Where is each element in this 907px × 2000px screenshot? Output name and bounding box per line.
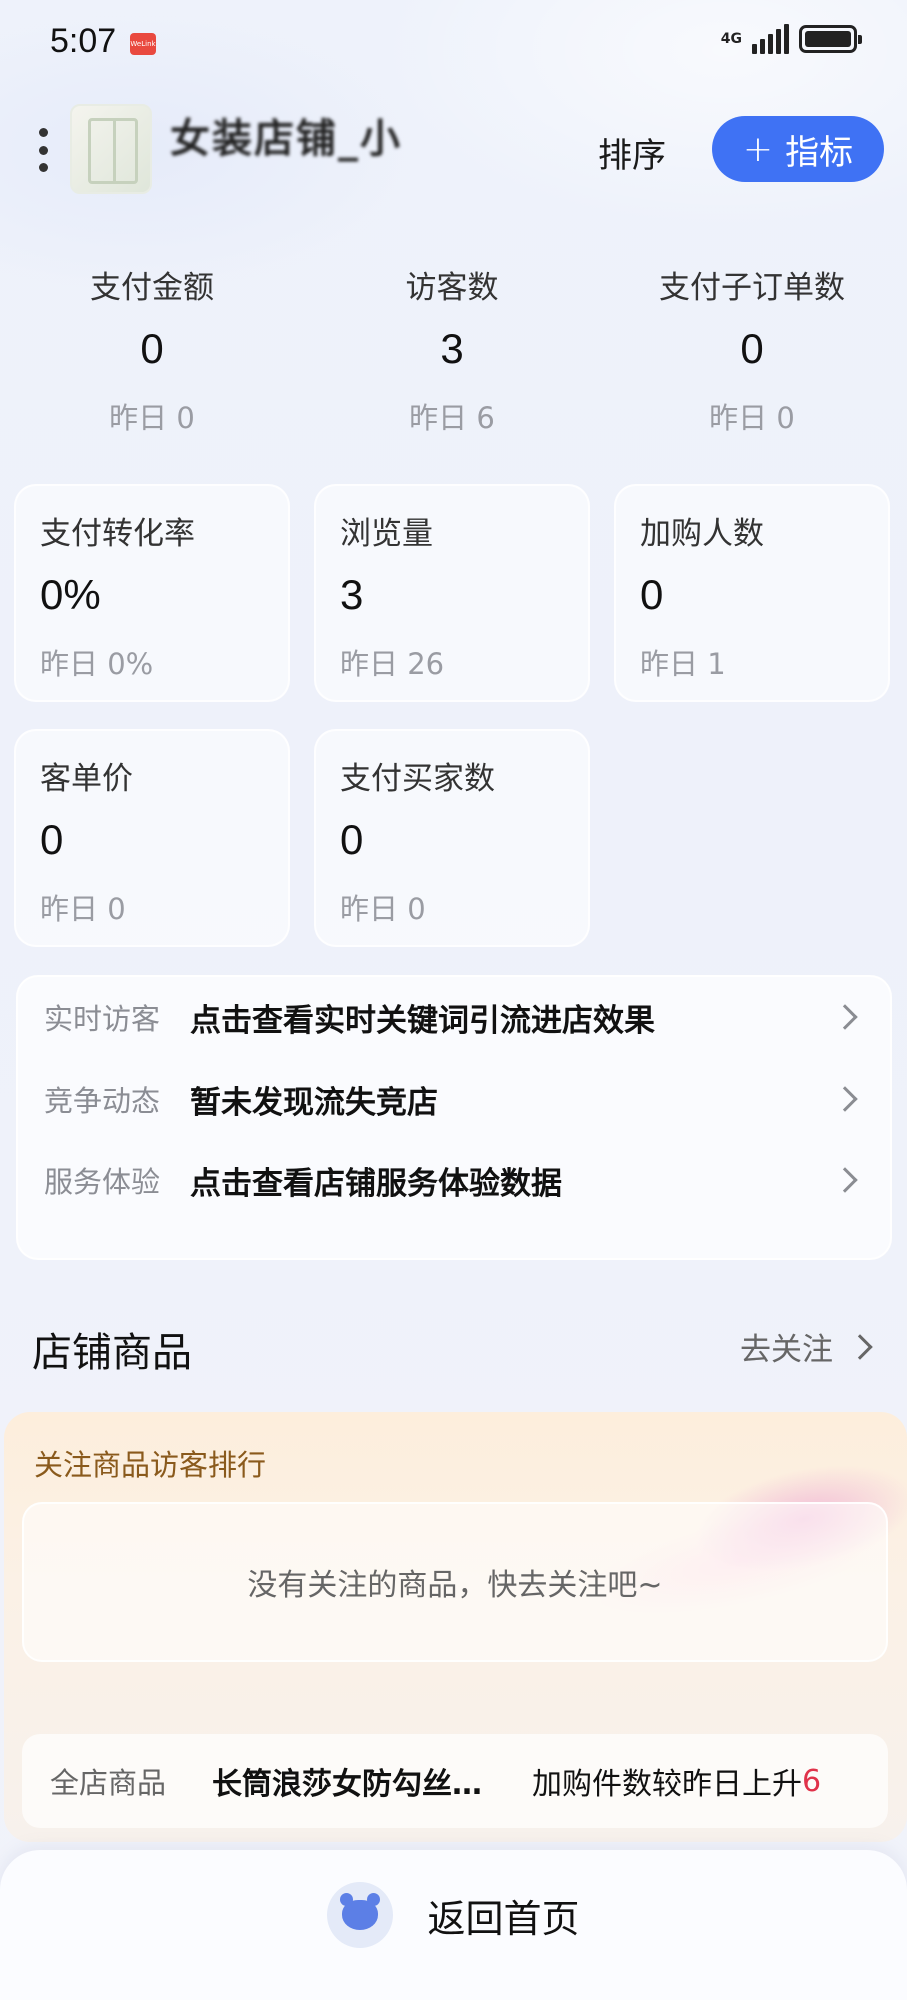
- shop-avatar[interactable]: [70, 104, 152, 194]
- info-row-tag: 服务体验: [44, 1165, 161, 1199]
- metric-label: 支付转化率: [40, 516, 195, 552]
- info-row-tag: 实时访客: [44, 1002, 161, 1036]
- status-bar: 5:07 WeLink 4G: [0, 0, 907, 90]
- metric-yesterday: 昨日 26: [340, 647, 445, 681]
- go-follow-link[interactable]: 去关注: [740, 1324, 873, 1369]
- metric-value: 0: [740, 325, 764, 372]
- add-metric-label: 指标: [785, 132, 854, 173]
- metric-value: 0: [140, 325, 164, 372]
- followed-goods-rank-title: 关注商品访客排行: [34, 1448, 267, 1482]
- metric-yesterday: 昨日 1: [640, 647, 726, 681]
- shop-name[interactable]: 女装店铺_小: [170, 106, 402, 164]
- chevron-right-icon: [832, 1086, 858, 1112]
- plus-icon: +: [742, 128, 774, 170]
- section-title-shop-goods: 店铺商品: [32, 1330, 192, 1376]
- goods-row-number: 6: [802, 1763, 822, 1799]
- metric-payment-amount[interactable]: 支付金额 0 昨日 0: [2, 262, 302, 437]
- goods-row-tag: 全店商品: [50, 1766, 167, 1800]
- chevron-right-icon: [832, 1167, 858, 1193]
- info-row-service-experience[interactable]: 服务体验 点击查看店铺服务体验数据: [18, 1150, 894, 1210]
- metric-label: 访客数: [405, 270, 499, 306]
- metric-value: 3: [340, 571, 364, 618]
- network-type-label: 4G: [720, 31, 742, 47]
- metric-value: 0: [40, 816, 64, 863]
- notification-app-icon: WeLink: [130, 33, 156, 55]
- more-menu-icon[interactable]: [36, 128, 50, 172]
- status-indicators: 4G: [720, 24, 862, 54]
- metric-yesterday: 昨日 6: [409, 401, 495, 435]
- core-metrics: 支付金额 0 昨日 0 访客数 3 昨日 6 支付子订单数 0 昨日 0: [0, 262, 907, 435]
- info-row-text: 点击查看店铺服务体验数据: [190, 1165, 562, 1202]
- metric-value: 3: [440, 325, 464, 372]
- metric-yesterday: 昨日 0: [40, 892, 126, 926]
- metric-yesterday: 昨日 0: [109, 401, 195, 435]
- goods-row-desc: 加购件数较昨日上升: [532, 1767, 802, 1802]
- insights-panel: 实时访客 点击查看实时关键词引流进店效果 竞争动态 暂未发现流失竞店 服务体验 …: [16, 975, 892, 1260]
- metric-visitors[interactable]: 访客数 3 昨日 6: [302, 262, 602, 437]
- info-row-tag: 竞争动态: [44, 1084, 161, 1118]
- info-row-text: 点击查看实时关键词引流进店效果: [190, 1002, 655, 1039]
- metric-value: 0%: [40, 571, 101, 618]
- go-follow-label: 去关注: [740, 1332, 833, 1368]
- card-avg-order-value[interactable]: 客单价 0 昨日 0: [14, 729, 290, 947]
- add-metric-button[interactable]: + 指标: [712, 116, 884, 182]
- metric-label: 支付买家数: [340, 761, 495, 797]
- chevron-right-icon: [847, 1333, 873, 1360]
- empty-state-text: 没有关注的商品，快去关注吧~: [247, 1568, 663, 1603]
- metric-yesterday: 昨日 0: [340, 892, 426, 926]
- metric-label: 加购人数: [640, 516, 764, 552]
- info-row-realtime-visitors[interactable]: 实时访客 点击查看实时关键词引流进店效果: [18, 987, 894, 1047]
- back-home-label: 返回首页: [427, 1896, 580, 1941]
- info-row-competition[interactable]: 竞争动态 暂未发现流失竞店: [18, 1069, 894, 1129]
- status-time: 5:07: [50, 22, 117, 60]
- metric-label: 浏览量: [340, 516, 433, 552]
- empty-state: 没有关注的商品，快去关注吧~: [22, 1502, 888, 1662]
- info-row-text: 暂未发现流失竞店: [190, 1084, 438, 1121]
- signal-icon: [752, 24, 789, 54]
- metric-yesterday: 昨日 0%: [40, 647, 154, 681]
- all-goods-row[interactable]: 全店商品 长筒浪莎女防勾丝… 加购件数较昨日上升 6: [22, 1734, 888, 1828]
- goods-row-name: 长筒浪莎女防勾丝…: [212, 1767, 482, 1802]
- metric-yesterday: 昨日 0: [709, 401, 795, 435]
- metric-sub-orders[interactable]: 支付子订单数 0 昨日 0: [602, 262, 902, 437]
- card-add-to-cart-users[interactable]: 加购人数 0 昨日 1: [614, 484, 890, 702]
- card-paying-buyers[interactable]: 支付买家数 0 昨日 0: [314, 729, 590, 947]
- metric-label: 客单价: [40, 761, 133, 797]
- metric-label: 支付子订单数: [659, 270, 845, 306]
- metric-value: 0: [640, 571, 664, 618]
- chevron-right-icon: [832, 1004, 858, 1030]
- battery-icon: [799, 25, 862, 53]
- bear-icon: [327, 1882, 394, 1948]
- sort-button[interactable]: 排序: [598, 128, 666, 177]
- card-conversion-rate[interactable]: 支付转化率 0% 昨日 0%: [14, 484, 290, 702]
- metric-value: 0: [340, 816, 364, 863]
- followed-goods-block: 关注商品访客排行 没有关注的商品，快去关注吧~ 全店商品 长筒浪莎女防勾丝… 加…: [4, 1412, 907, 1842]
- card-page-views[interactable]: 浏览量 3 昨日 26: [314, 484, 590, 702]
- metric-label: 支付金额: [90, 270, 214, 306]
- bottom-bar[interactable]: 返回首页: [0, 1850, 907, 2000]
